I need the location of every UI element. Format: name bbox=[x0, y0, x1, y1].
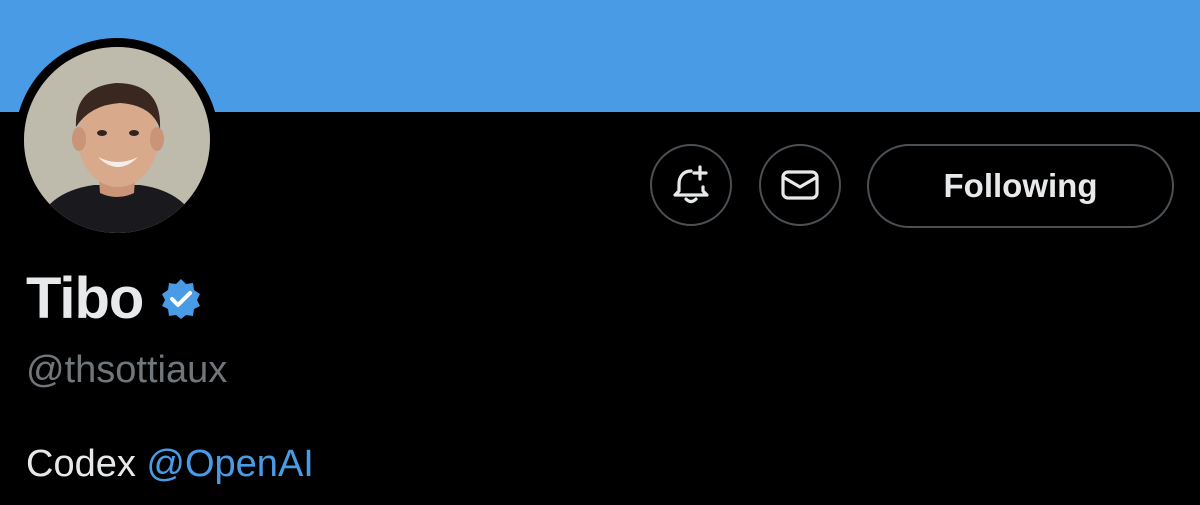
name-row: Tibo bbox=[26, 267, 203, 331]
bio: Codex @OpenAI bbox=[26, 441, 314, 487]
avatar-photo bbox=[24, 47, 210, 233]
user-handle: @thsottiaux bbox=[26, 349, 228, 391]
bio-text: Codex bbox=[26, 443, 136, 485]
bell-plus-icon bbox=[673, 165, 709, 204]
avatar[interactable] bbox=[24, 47, 210, 233]
following-button[interactable]: Following bbox=[867, 144, 1174, 228]
notify-button[interactable] bbox=[650, 144, 732, 226]
display-name: Tibo bbox=[26, 266, 144, 331]
envelope-icon bbox=[781, 170, 819, 200]
message-button[interactable] bbox=[759, 144, 841, 226]
verified-badge-icon[interactable] bbox=[159, 277, 203, 321]
bio-mention-link[interactable]: @OpenAI bbox=[146, 443, 313, 485]
